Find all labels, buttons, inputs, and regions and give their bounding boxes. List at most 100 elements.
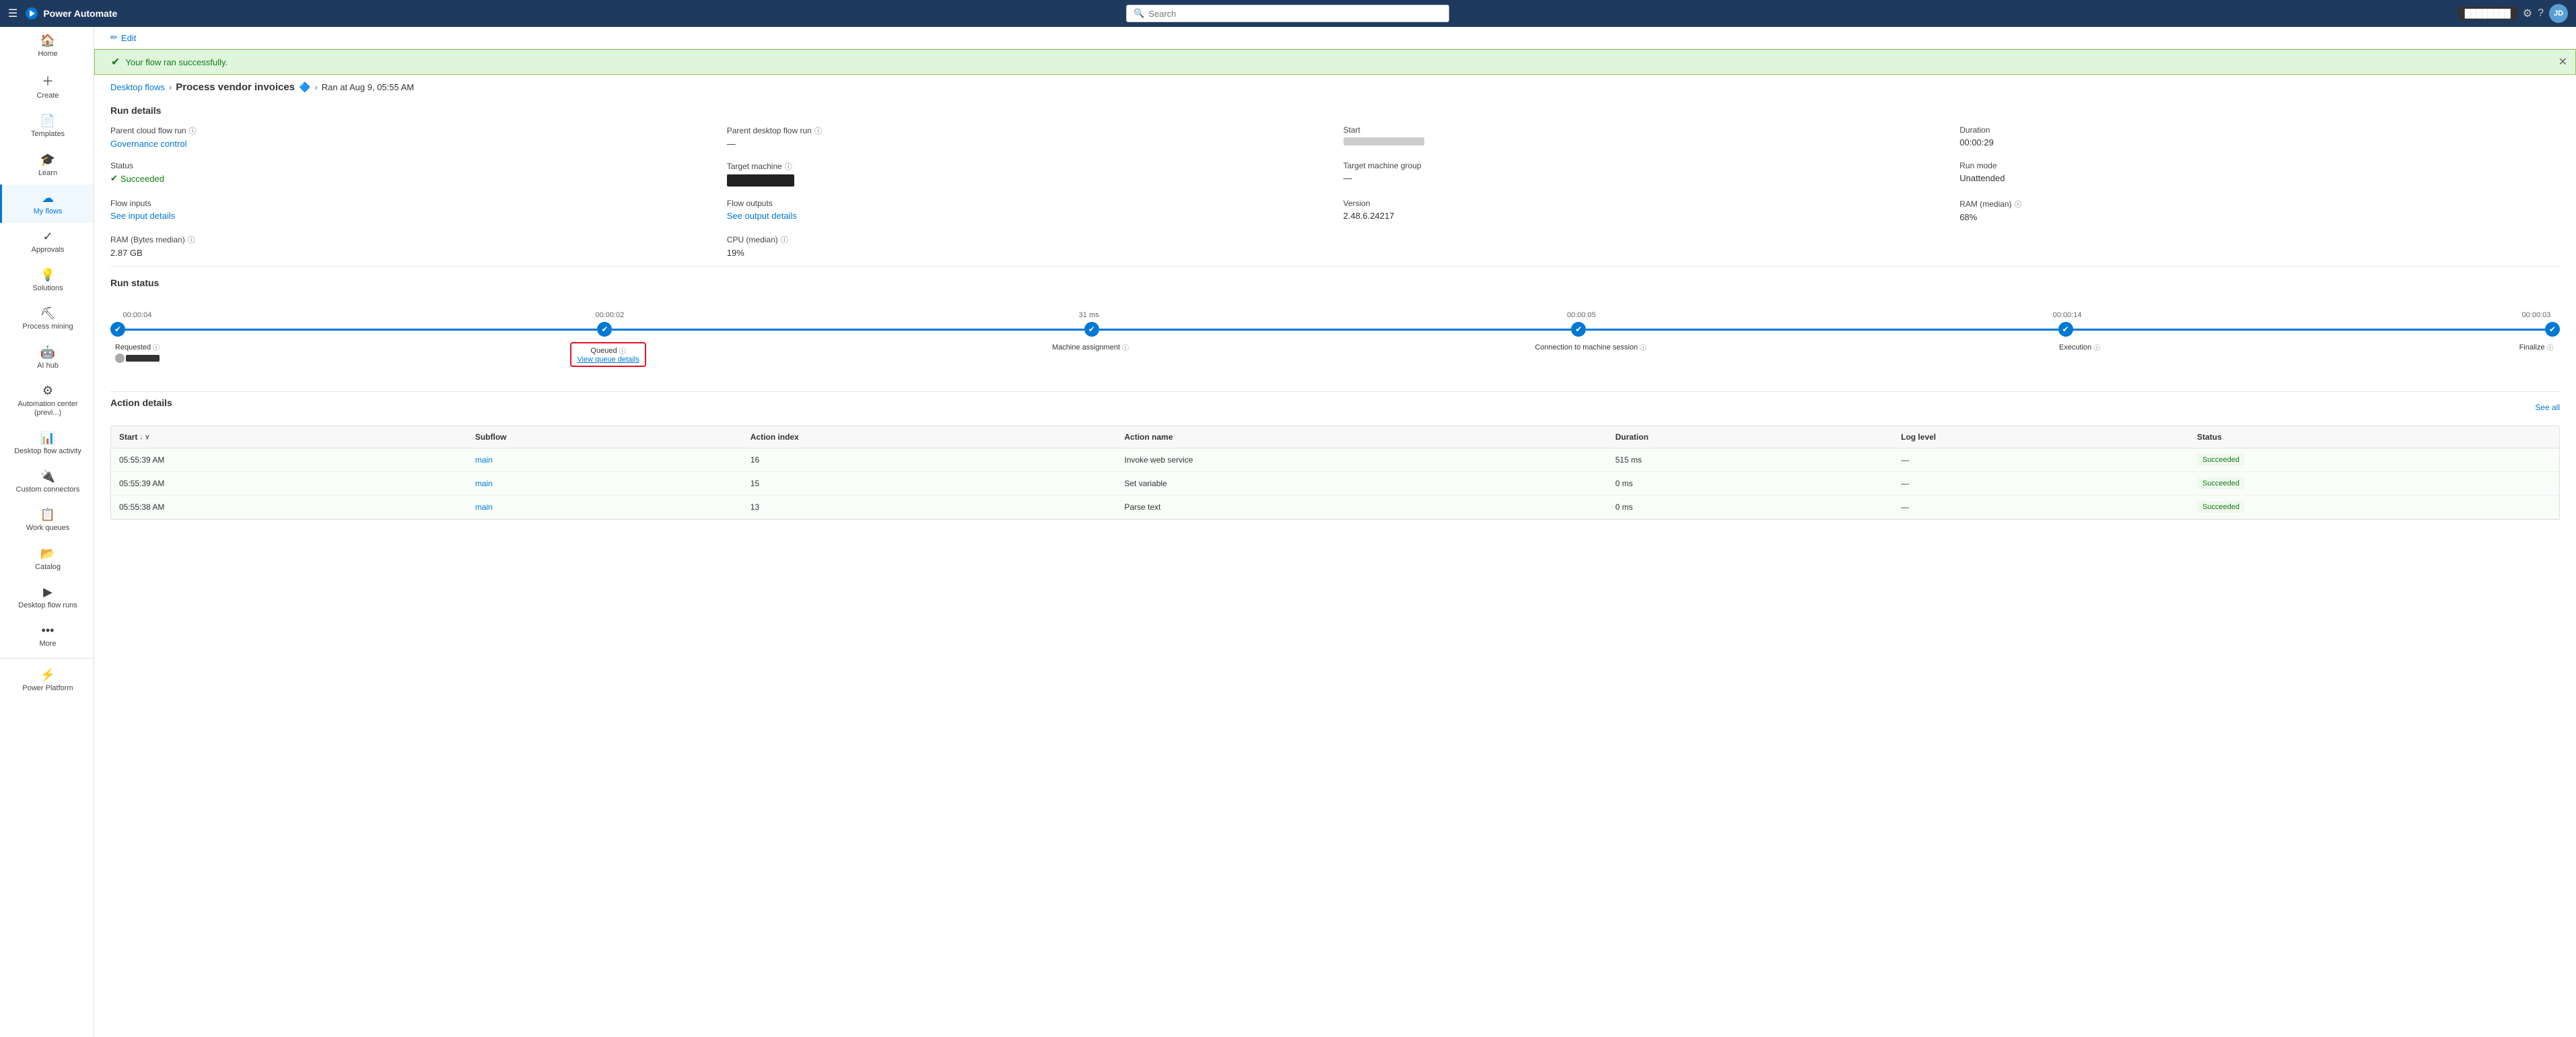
line-4 xyxy=(1586,329,2058,331)
sidebar-item-work-queues[interactable]: 📋 Work queues xyxy=(0,501,94,539)
row1-start: 05:55:39 AM xyxy=(111,472,467,496)
col-action-name: Action name xyxy=(1116,426,1607,448)
search-box[interactable]: 🔍 xyxy=(1126,5,1449,22)
row2-duration: 0 ms xyxy=(1607,496,1893,519)
parent-cloud-info-icon[interactable]: ⓘ xyxy=(189,125,197,136)
finalize-info-icon[interactable]: ⓘ xyxy=(2546,342,2553,352)
action-details-section: Action details See all Start ↓ ∨ xyxy=(94,392,2576,536)
run-details-section: Run details Parent cloud flow run ⓘ Gove… xyxy=(94,97,2576,266)
col-log-level: Log level xyxy=(1893,426,2189,448)
ram-bytes-value: 2.87 GB xyxy=(110,248,711,258)
cpu-label: CPU (median) ⓘ xyxy=(727,234,1327,245)
row0-subflow[interactable]: main xyxy=(467,448,742,472)
row2-subflow[interactable]: main xyxy=(467,496,742,519)
see-input-details-link[interactable]: See input details xyxy=(110,211,711,221)
sidebar-item-create[interactable]: ＋ Create xyxy=(0,65,94,107)
line-5 xyxy=(2073,329,2545,331)
sidebar-item-desktop-flow-runs[interactable]: ▶ Desktop flow runs xyxy=(0,578,94,617)
sidebar-item-process-mining[interactable]: ⛏ Process mining xyxy=(0,300,94,338)
view-queue-details-link[interactable]: View queue details xyxy=(577,356,639,364)
breadcrumb: Desktop flows › Process vendor invoices … xyxy=(94,75,2576,97)
execution-info-icon[interactable]: ⓘ xyxy=(2093,342,2100,352)
start-value-blurred xyxy=(1344,137,1424,145)
row2-log-level: — xyxy=(1893,496,2189,519)
target-machine-info-icon[interactable]: ⓘ xyxy=(785,161,792,172)
action-details-title: Action details xyxy=(110,397,172,408)
help-icon[interactable]: ? xyxy=(2538,7,2544,20)
machine-assignment-info-icon[interactable]: ⓘ xyxy=(1122,342,1129,352)
governance-control-link[interactable]: Governance control xyxy=(110,139,711,149)
sidebar-item-automation-center[interactable]: ⚙ Automation center (previ...) xyxy=(0,377,94,424)
label-machine-assignment: Machine assignment ⓘ xyxy=(1052,342,1129,352)
banner-close-icon[interactable]: ✕ xyxy=(2558,55,2567,69)
action-details-header: Action details See all xyxy=(110,392,2560,417)
sidebar-item-power-platform[interactable]: ⚡ Power Platform xyxy=(0,661,94,700)
sidebar-item-desktop-flow-activity[interactable]: 📊 Desktop flow activity xyxy=(0,424,94,463)
line-2 xyxy=(612,329,1084,331)
topbar-action-button[interactable]: ████████ xyxy=(2458,7,2517,20)
sidebar-item-home[interactable]: 🏠 Home xyxy=(0,27,94,65)
avatar[interactable]: JD xyxy=(2549,4,2568,23)
status-label: Status xyxy=(110,161,711,170)
row2-status: Succeeded xyxy=(2189,496,2559,519)
sidebar-item-templates[interactable]: 📄 Templates xyxy=(0,107,94,145)
action-details-table: Start ↓ ∨ Subflow Action index xyxy=(111,426,2559,519)
breadcrumb-sep-1: › xyxy=(169,82,172,92)
brand-name: Power Automate xyxy=(43,8,117,19)
breadcrumb-desktop-flows-link[interactable]: Desktop flows xyxy=(110,82,165,92)
row2-status-badge: Succeeded xyxy=(2197,501,2245,513)
search-icon: 🔍 xyxy=(1134,8,1144,19)
row2-action-index: 13 xyxy=(742,496,1117,519)
sidebar-item-my-flows[interactable]: ☁ My flows xyxy=(0,185,94,223)
search-input[interactable] xyxy=(1148,9,1442,19)
success-banner: ✔ Your flow ran successfully. ✕ xyxy=(94,49,2576,75)
start-sort-icon[interactable]: ↓ ∨ xyxy=(139,434,149,441)
sidebar-label-my-flows: My flows xyxy=(34,207,63,216)
sidebar-item-ai-hub[interactable]: 🤖 AI hub xyxy=(0,339,94,377)
ram-median-label: RAM (median) ⓘ xyxy=(1959,199,2560,209)
see-all-link[interactable]: See all xyxy=(2535,403,2560,412)
automation-center-icon: ⚙ xyxy=(42,384,53,398)
ram-bytes-info-icon[interactable]: ⓘ xyxy=(188,234,195,245)
parent-desktop-info-icon[interactable]: ⓘ xyxy=(814,125,822,136)
sidebar-item-catalog[interactable]: 📂 Catalog xyxy=(0,540,94,578)
run-status-section: Run status 00:00:04 00:00:02 31 ms xyxy=(94,267,2576,391)
sidebar: 🏠 Home ＋ Create 📄 Templates 🎓 Learn ☁ My… xyxy=(0,27,94,1037)
sidebar-item-learn[interactable]: 🎓 Learn xyxy=(0,146,94,185)
sidebar-item-approvals[interactable]: ✓ Approvals xyxy=(0,223,94,261)
connection-info-icon[interactable]: ⓘ xyxy=(1640,342,1646,352)
hamburger-icon[interactable]: ☰ xyxy=(8,7,18,20)
requested-info-icon[interactable]: ⓘ xyxy=(153,342,160,352)
sidebar-item-more[interactable]: ••• More xyxy=(0,617,94,655)
run-details-grid: Parent cloud flow run ⓘ Governance contr… xyxy=(110,125,2560,258)
queued-info-icon[interactable]: ⓘ xyxy=(619,345,626,356)
settings-icon[interactable]: ⚙ xyxy=(2523,7,2532,20)
create-icon: ＋ xyxy=(42,72,54,90)
sidebar-label-process-mining: Process mining xyxy=(22,323,73,331)
sidebar-item-solutions[interactable]: 💡 Solutions xyxy=(0,261,94,300)
sidebar-label-catalog: Catalog xyxy=(35,563,61,572)
flow-outputs-label: Flow outputs xyxy=(727,199,1327,208)
power-platform-icon: ⚡ xyxy=(40,668,55,682)
line-3 xyxy=(1099,329,1571,331)
brand-area: Power Automate xyxy=(26,7,117,20)
table-row: 05:55:39 AM main 16 Invoke web service 5… xyxy=(111,448,2559,472)
row1-subflow[interactable]: main xyxy=(467,472,742,496)
edit-label: Edit xyxy=(121,33,136,43)
row1-log-level: — xyxy=(1893,472,2189,496)
desktop-flow-activity-icon: 📊 xyxy=(40,431,55,445)
row0-action-name: Invoke web service xyxy=(1116,448,1607,472)
approvals-icon: ✓ xyxy=(42,230,53,244)
cpu-info-icon[interactable]: ⓘ xyxy=(781,234,788,245)
edit-button[interactable]: ✏ Edit xyxy=(110,32,136,43)
sidebar-item-custom-connectors[interactable]: 🔌 Custom connectors xyxy=(0,463,94,501)
label-queued: Queued ⓘ xyxy=(590,345,625,356)
stage-time-machine-assignment: 31 ms xyxy=(1079,311,1099,319)
see-output-details-link[interactable]: See output details xyxy=(727,211,1327,221)
ram-median-info-icon[interactable]: ⓘ xyxy=(2015,199,2022,209)
flow-inputs-label: Flow inputs xyxy=(110,199,711,208)
dot-machine-assignment: ✔ xyxy=(1084,322,1099,337)
dot-connection: ✔ xyxy=(1571,322,1586,337)
edit-bar: ✏ Edit xyxy=(94,27,2576,49)
queued-highlight-box: Queued ⓘ View queue details xyxy=(570,342,646,367)
